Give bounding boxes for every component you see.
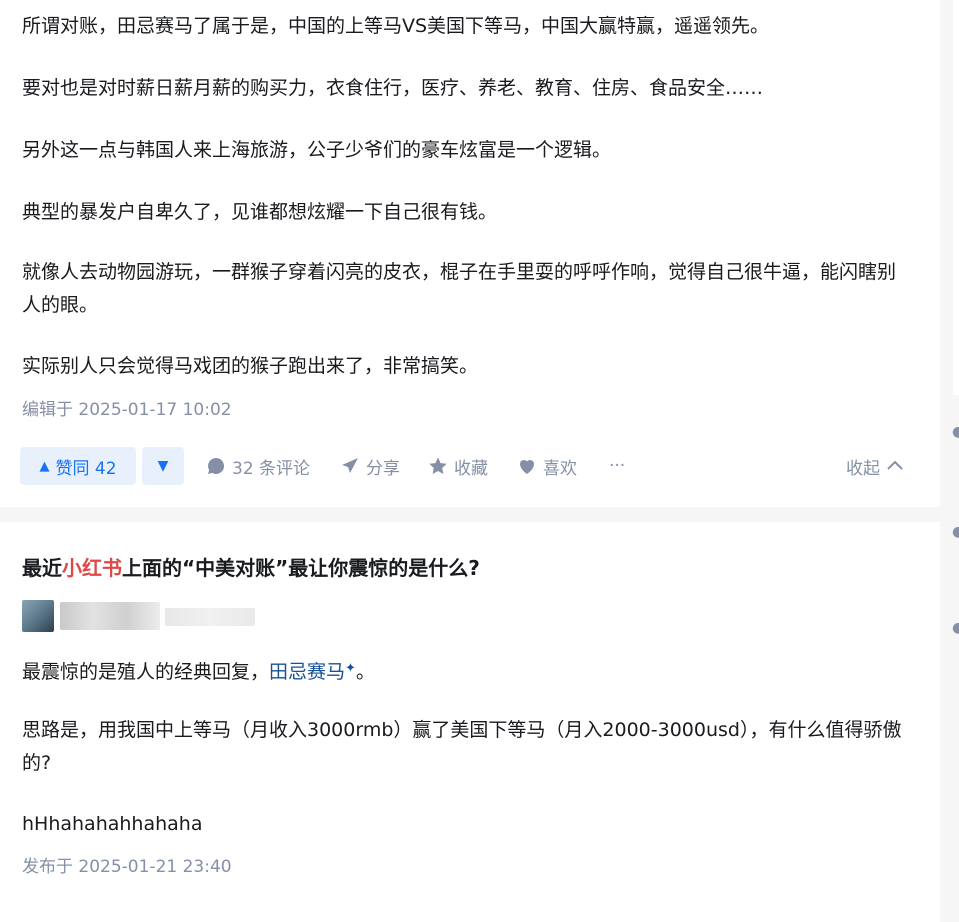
answer-paragraph: 就像人去动物园游玩，一群猴子穿着闪亮的皮衣，棍子在手里耍的呼呼作响，觉得自己很牛…	[22, 261, 897, 316]
answer-paragraph: 另外这一点与韩国人来上海旅游，公子少爷们的豪车炫富是一个逻辑。	[22, 139, 612, 161]
share-button[interactable]: 分享	[340, 447, 400, 485]
avatar[interactable]	[22, 600, 54, 632]
sidebar-icon: ●	[952, 620, 959, 636]
answer-paragraph: 实际别人只会觉得马戏团的猴子跑出来了，非常搞笑。	[22, 355, 479, 377]
triangle-down-icon: ▼	[157, 458, 169, 474]
right-sidebar-panel	[953, 0, 959, 395]
p1-prefix: 最震惊的是殖人的经典回复，	[22, 661, 270, 683]
answer-paragraph: hHhahahahhahaha	[22, 813, 203, 835]
title-suffix: 上面的“中美对账”最让你震惊的是什么?	[122, 556, 480, 580]
favorite-label: 收藏	[454, 458, 488, 479]
share-label: 分享	[366, 458, 400, 479]
author-badge-blurred	[165, 608, 255, 626]
favorite-button[interactable]: 收藏	[428, 447, 488, 485]
p1-suffix: 。	[355, 661, 375, 683]
collapse-button[interactable]: 收起	[846, 447, 906, 485]
upvote-label: 赞同 42	[55, 458, 117, 479]
answer-paragraph: 要对也是对时薪日薪月薪的购买力，衣食住行，医疗、养老、教育、住房、食品安全……	[22, 77, 764, 99]
answer-card-1: 所谓对账，田忌赛马了属于是，中国的上等马VS美国下等马，中国大赢特赢，遥遥领先。…	[0, 0, 940, 507]
topic-link[interactable]: 田忌赛马	[269, 661, 345, 683]
like-label: 喜欢	[543, 458, 577, 479]
downvote-button[interactable]: ▼	[142, 447, 184, 485]
comment-icon	[208, 457, 225, 474]
more-button[interactable]: ···	[609, 447, 625, 485]
answer-actions: ▲ 赞同 42 ▼ 32 条评论 分享 收藏 喜欢 ··· 收起	[20, 447, 906, 485]
more-label: ···	[609, 456, 626, 476]
sidebar-icon: ●	[952, 524, 959, 540]
answer-paragraph: 所谓对账，田忌赛马了属于是，中国的上等马VS美国下等马，中国大赢特赢，遥遥领先。	[22, 15, 770, 37]
sparkle-icon: ✦	[345, 661, 356, 676]
like-button[interactable]: 喜欢	[517, 447, 577, 485]
edited-timestamp[interactable]: 编辑于 2025-01-17 10:02	[22, 395, 232, 420]
triangle-up-icon: ▲	[39, 458, 50, 474]
answer-paragraph: 典型的暴发户自卑久了，见谁都想炫耀一下自己很有钱。	[22, 201, 498, 223]
comments-label: 32 条评论	[232, 458, 311, 479]
share-icon	[342, 458, 358, 473]
collapse-label: 收起	[846, 458, 880, 479]
sidebar-icon: ●	[952, 424, 959, 440]
comments-button[interactable]: 32 条评论	[206, 447, 310, 485]
answer-paragraph: 思路是，用我国中上等马（月收入3000rmb）赢了美国下等马（月入2000-30…	[22, 719, 902, 774]
upvote-button[interactable]: ▲ 赞同 42	[20, 447, 136, 485]
answer-paragraph: 最震惊的是殖人的经典回复，田忌赛马✦。	[22, 652, 906, 689]
heart-icon	[520, 460, 534, 474]
answer-card-2: 最近小红书上面的“中美对账”最让你震惊的是什么? 最震惊的是殖人的经典回复，田忌…	[0, 522, 940, 922]
chevron-up-icon	[887, 460, 903, 470]
title-prefix: 最近	[22, 556, 62, 580]
star-icon	[429, 457, 447, 474]
title-highlight: 小红书	[62, 556, 122, 580]
author-name-blurred[interactable]	[60, 602, 160, 630]
published-timestamp[interactable]: 发布于 2025-01-21 23:40	[22, 852, 232, 877]
question-title[interactable]: 最近小红书上面的“中美对账”最让你震惊的是什么?	[22, 552, 480, 581]
author-info-blurred[interactable]	[22, 600, 262, 632]
